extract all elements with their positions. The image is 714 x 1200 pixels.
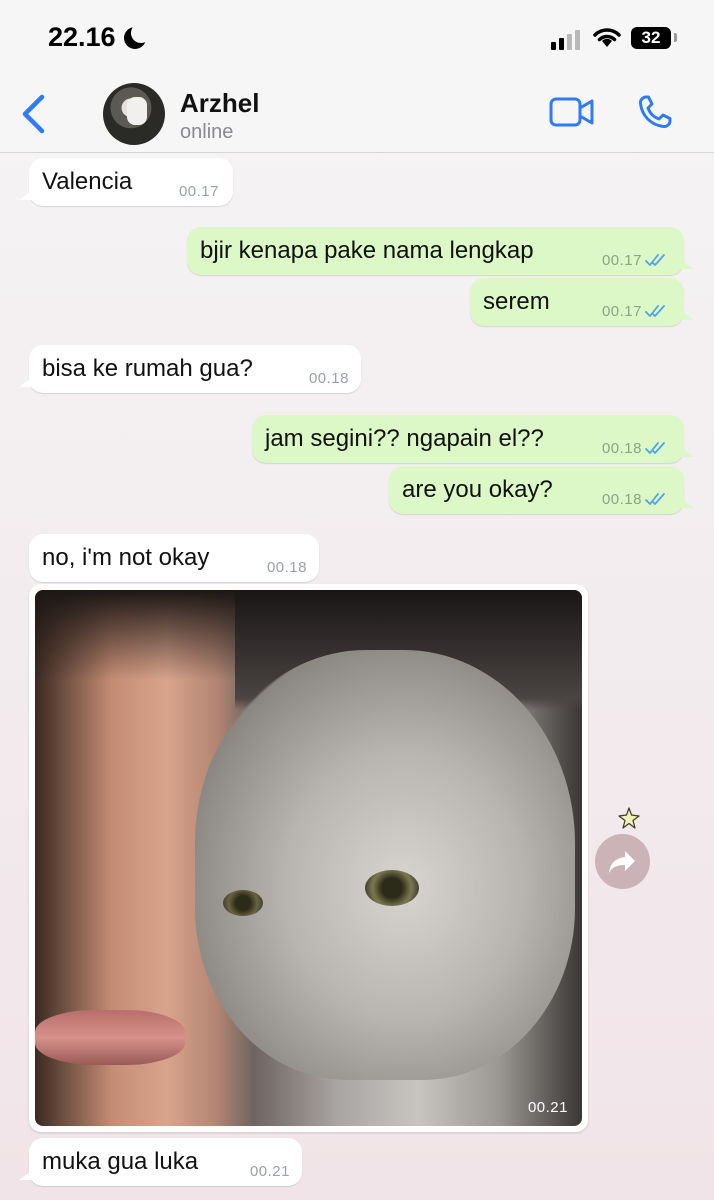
message-text: bisa ke rumah gua? [42,355,253,382]
signal-icon [551,30,580,50]
image-message[interactable]: 00.21 [29,584,588,1132]
forward-button[interactable] [595,834,650,889]
message-time: 00.21 [249,1163,290,1180]
message-incoming[interactable]: bisa ke rumah gua? 00.18 [19,345,361,393]
battery-icon: 32 [631,27,671,49]
contact-status: online [180,121,234,143]
message-time: 00.18 [308,370,349,387]
message-text: Valencia [42,168,133,195]
clock: 22.16 [48,22,116,52]
message-text: jam segini?? ngapain el?? [265,425,544,452]
message-time: 00.17 [601,303,642,320]
message-time: 00.21 [527,1099,568,1116]
photo-cat-eye [365,870,419,906]
double-check-icon [645,254,665,266]
message-text: bjir kenapa pake nama lengkap [200,237,534,264]
message-incoming[interactable]: Valencia 00.17 [19,158,233,206]
photo-selfie-with-cat[interactable]: 00.21 [35,590,582,1126]
back-chevron-icon[interactable] [20,94,46,134]
message-outgoing[interactable]: serem 00.17 [470,278,694,326]
message-time: 00.18 [266,559,307,576]
top-bar: 22.16 32 Arzhel online [0,0,714,153]
bubble-tail [680,259,694,269]
message-text: serem [483,288,550,315]
bubble-tail [680,498,694,508]
avatar[interactable] [103,83,165,145]
message-text: no, i'm not okay [42,544,210,571]
contact-name[interactable]: Arzhel [180,88,259,119]
bubble-tail [19,1170,33,1180]
phone-call-icon[interactable] [637,94,673,130]
double-check-icon [645,442,665,454]
double-check-icon [645,493,665,505]
message-outgoing[interactable]: bjir kenapa pake nama lengkap 00.17 [187,227,694,275]
wifi-icon [593,28,621,47]
message-outgoing[interactable]: are you okay? 00.18 [389,466,694,514]
message-time: 00.17 [178,183,219,200]
message-time: 00.18 [601,440,642,457]
battery-cap [674,33,677,42]
photo-lips [35,1010,185,1065]
bubble-tail [19,190,33,200]
message-text: muka gua luka [42,1148,199,1175]
message-incoming[interactable]: no, i'm not okay 00.18 [29,534,319,582]
bubble-tail [680,310,694,320]
bubble-tail [680,447,694,457]
photo-hair [35,590,255,680]
video-call-icon[interactable] [549,96,595,128]
moon-icon [123,22,151,49]
photo-cat [195,650,575,1080]
message-time: 00.18 [601,491,642,508]
bubble-tail [19,377,33,387]
sparkle-icon [618,807,640,829]
forward-icon [609,851,635,873]
photo-cat-eye [223,890,263,916]
status-time: 22.16 [48,22,151,53]
message-outgoing[interactable]: jam segini?? ngapain el?? 00.18 [252,415,694,463]
message-incoming[interactable]: muka gua luka 00.21 [19,1138,302,1186]
message-time: 00.17 [601,252,642,269]
double-check-icon [645,305,665,317]
message-text: are you okay? [402,476,553,503]
battery-level: 32 [641,28,661,47]
